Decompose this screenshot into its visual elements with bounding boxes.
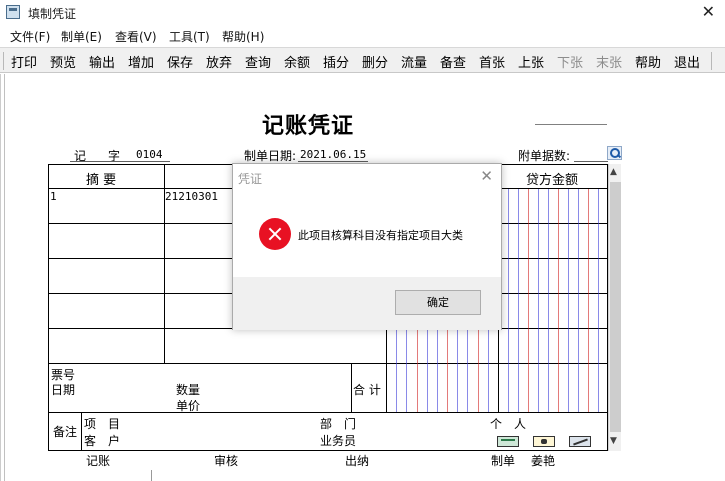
footer-bookkeeping: 记账 xyxy=(86,454,111,468)
quantity-label: 数量 xyxy=(176,383,201,397)
attachments-label: 附单据数: xyxy=(518,149,571,163)
date-underline xyxy=(298,161,368,162)
app-icon xyxy=(6,5,20,19)
error-dialog: 凭证 ✕ 此项目核算科目没有指定项目大类 确定 xyxy=(232,163,502,330)
project-label: 项 目 xyxy=(84,417,121,431)
toolbar-add-button[interactable]: 增加 xyxy=(128,52,154,71)
summary-column-header: 摘 要 xyxy=(86,173,117,188)
left-divider xyxy=(4,74,5,481)
preparer-name: 姜艳 xyxy=(531,454,556,468)
department-label: 部 门 xyxy=(320,417,357,431)
toolbar-first-button[interactable]: 首张 xyxy=(479,52,505,71)
toolbar-export-button[interactable]: 输出 xyxy=(89,52,115,71)
toolbar-delete-entry-button[interactable]: 删分 xyxy=(362,52,388,71)
salesman-label: 业务员 xyxy=(320,434,357,448)
toolbar-exit-button[interactable]: 退出 xyxy=(674,52,700,71)
row1-account[interactable]: 21210301 xyxy=(165,190,218,203)
toolbar-insert-entry-button[interactable]: 插分 xyxy=(323,52,349,71)
menu-voucher[interactable]: 制单(E) xyxy=(61,28,102,45)
toolbar-separator xyxy=(3,52,4,70)
menu-bar: 文件(F) 制单(E) 查看(V) 工具(T) 帮助(H) xyxy=(0,25,725,47)
toolbar: 打印 预览 输出 增加 保存 放弃 查询 余额 插分 删分 流量 备查 首张 上… xyxy=(0,47,725,73)
toolbar-query-button[interactable]: 查询 xyxy=(245,52,271,71)
dialog-message: 此项目核算科目没有指定项目大类 xyxy=(298,229,463,242)
grid-line xyxy=(81,412,82,450)
memo-label: 备注 xyxy=(53,425,78,439)
voucher-number[interactable]: 0104 xyxy=(136,148,163,161)
contact-icon[interactable] xyxy=(533,436,555,447)
vertical-scrollbar[interactable]: ▲ ▼ xyxy=(608,164,621,451)
window-titlebar: 填制凭证 ✕ xyxy=(0,0,725,25)
toolbar-print-button[interactable]: 打印 xyxy=(11,52,37,71)
scroll-thumb[interactable] xyxy=(610,182,621,432)
toolbar-balance-button[interactable]: 余额 xyxy=(284,52,310,71)
grid-line xyxy=(48,450,608,451)
toolbar-cashflow-button[interactable]: 流量 xyxy=(401,52,427,71)
title-underline xyxy=(535,124,607,125)
attachments-underline xyxy=(574,161,608,162)
menu-view[interactable]: 查看(V) xyxy=(115,28,157,45)
toolbar-discard-button[interactable]: 放弃 xyxy=(206,52,232,71)
card-icon[interactable] xyxy=(497,436,519,447)
toolbar-memo-button[interactable]: 备查 xyxy=(440,52,466,71)
customer-label: 客 户 xyxy=(84,434,121,448)
bottom-divider xyxy=(151,470,152,481)
date-row-label: 日期 xyxy=(51,383,76,397)
footer-audit: 审核 xyxy=(214,454,239,468)
window-close-button[interactable]: ✕ xyxy=(702,2,715,21)
menu-file[interactable]: 文件(F) xyxy=(10,28,50,45)
voucher-title: 记账凭证 xyxy=(262,113,355,139)
date-value[interactable]: 2021.06.15 xyxy=(300,148,366,161)
credit-column-header: 贷方金额 xyxy=(526,173,579,188)
person-label: 个 人 xyxy=(490,417,527,431)
scroll-down-icon[interactable]: ▼ xyxy=(610,436,617,446)
grid-line xyxy=(48,412,608,413)
total-label: 合 计 xyxy=(353,383,381,397)
scroll-up-icon[interactable]: ▲ xyxy=(610,167,617,177)
toolbar-last-button[interactable]: 末张 xyxy=(596,52,622,71)
toolbar-preview-button[interactable]: 预览 xyxy=(50,52,76,71)
menu-tools[interactable]: 工具(T) xyxy=(169,28,210,45)
footer-cashier: 出纳 xyxy=(345,454,370,468)
toolbar-next-button[interactable]: 下张 xyxy=(557,52,583,71)
dialog-close-button[interactable]: ✕ xyxy=(480,167,493,185)
row1-summary[interactable]: 1 xyxy=(50,190,57,203)
window-title: 填制凭证 xyxy=(28,7,77,21)
voucher-number-underline xyxy=(70,161,170,162)
dialog-title: 凭证 xyxy=(238,172,263,186)
toolbar-help-button[interactable]: 帮助 xyxy=(635,52,661,71)
date-label: 制单日期: xyxy=(244,149,297,163)
toolbar-prev-button[interactable]: 上张 xyxy=(518,52,544,71)
toolbar-separator xyxy=(711,52,712,70)
unit-price-label: 单价 xyxy=(176,399,201,413)
edit-icon[interactable] xyxy=(569,436,591,447)
error-icon xyxy=(259,218,291,250)
dialog-footer: 确定 xyxy=(233,277,501,330)
toolbar-save-button[interactable]: 保存 xyxy=(167,52,193,71)
menu-help[interactable]: 帮助(H) xyxy=(222,28,264,45)
footer-preparer: 制单 xyxy=(491,454,516,468)
ok-button[interactable]: 确定 xyxy=(395,290,481,315)
search-icon[interactable] xyxy=(607,146,622,160)
